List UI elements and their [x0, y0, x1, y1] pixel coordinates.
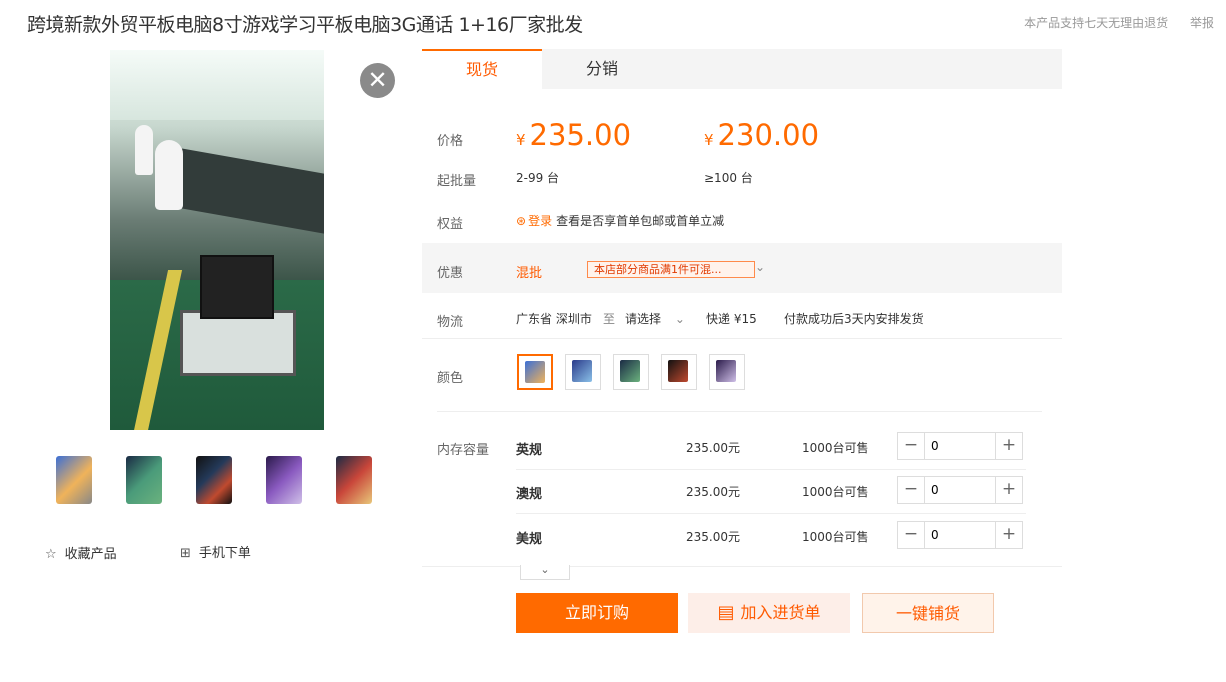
favorite-label: 收藏产品 — [64, 547, 117, 562]
sku-stock: 1000台可售 — [802, 530, 869, 544]
currency-symbol: ¥ — [516, 131, 526, 149]
memory-label: 内存容量 — [437, 443, 490, 458]
star-icon: ☆ — [45, 547, 57, 562]
sku-name: 美规 — [516, 532, 543, 547]
color-swatch-5[interactable] — [709, 354, 745, 390]
top-links: 本产品支持七天无理由退货 举报 — [1006, 14, 1214, 31]
promo-label: 优惠 — [437, 266, 464, 281]
quantity-stepper: − + — [897, 521, 1023, 549]
color-swatch-3[interactable] — [613, 354, 649, 390]
benefit-info: ⊛ 登录 查看是否享首单包邮或首单立减 — [516, 212, 724, 229]
price-value: 235.00 — [529, 118, 632, 152]
destination-select-label: 请选择 — [625, 312, 662, 326]
video-scene-bench — [170, 146, 324, 234]
price-tier-1: ¥235.00 — [516, 118, 631, 152]
login-link[interactable]: 登录 — [528, 214, 552, 228]
color-label: 颜色 — [437, 371, 464, 386]
delivery-time: 付款成功后3天内安排发货 — [784, 312, 924, 326]
sku-price: 235.00元 — [686, 441, 740, 455]
qr-code-icon: ⊞ — [180, 546, 191, 561]
quantity-input[interactable] — [929, 435, 993, 457]
sku-price: 235.00元 — [686, 530, 740, 544]
sku-price: 235.00元 — [686, 485, 740, 499]
thumbnail-1[interactable] — [52, 454, 96, 506]
report-link[interactable]: 举报 — [1190, 16, 1214, 30]
thumbnail-2[interactable] — [122, 454, 166, 506]
currency-symbol: ¥ — [704, 131, 714, 149]
quantity-input[interactable] — [929, 479, 993, 501]
product-video[interactable] — [110, 50, 324, 430]
divider — [437, 411, 1042, 412]
sku-name: 英规 — [516, 443, 543, 458]
sku-row-au: 澳规 235.00元 1000台可售 − + — [516, 469, 1026, 514]
color-swatch-4[interactable] — [661, 354, 697, 390]
one-click-distribute-button[interactable]: 一键铺货 — [862, 593, 994, 633]
tab-distribution[interactable]: 分销 — [542, 49, 662, 89]
thumbnail-3[interactable] — [192, 454, 236, 506]
divider — [422, 338, 1062, 339]
thumbnail-strip — [52, 454, 382, 510]
mobile-order-button[interactable]: ⊞ 手机下单 — [180, 542, 251, 561]
video-scene-worker — [135, 125, 153, 175]
video-scene-worker — [155, 140, 183, 210]
moq-label: 起批量 — [437, 174, 477, 189]
divider — [422, 566, 1062, 567]
price-tier-2: ¥230.00 — [704, 118, 819, 152]
destination-select[interactable]: 请选择 ⌄ — [625, 310, 685, 327]
thumbnail-5[interactable] — [332, 454, 376, 506]
sku-row-us: 美规 235.00元 1000台可售 − + — [516, 514, 1026, 558]
video-scene-box — [200, 255, 274, 319]
coupon-icon: ⊛ — [516, 214, 527, 228]
benefit-text: 查看是否享首单包邮或首单立减 — [556, 214, 725, 228]
logistics-label: 物流 — [437, 315, 464, 330]
sku-name: 澳规 — [516, 487, 543, 502]
color-swatch-2[interactable] — [565, 354, 601, 390]
quantity-input[interactable] — [929, 524, 993, 546]
promo-tag[interactable]: 本店部分商品满1件可混... — [587, 261, 755, 278]
color-swatch-1[interactable] — [517, 354, 553, 390]
price-value: 230.00 — [717, 118, 820, 152]
mobile-order-label: 手机下单 — [198, 546, 251, 561]
sku-stock: 1000台可售 — [802, 485, 869, 499]
chevron-down-icon[interactable]: ⌄ — [755, 260, 765, 274]
chevron-down-icon: ⌄ — [674, 312, 685, 326]
video-scene-ceiling — [110, 50, 324, 120]
ship-from: 广东省 深圳市 — [516, 312, 592, 326]
quantity-stepper: − + — [897, 476, 1023, 504]
expand-skus-button[interactable]: ⌄ — [520, 564, 570, 580]
favorite-button[interactable]: ☆ 收藏产品 — [45, 543, 117, 562]
promo-type: 混批 — [516, 266, 543, 281]
increment-button[interactable]: + — [995, 522, 1022, 548]
buy-now-button[interactable]: 立即订购 — [516, 593, 678, 633]
decrement-button[interactable]: − — [898, 433, 925, 459]
clipboard-icon: ▤ — [717, 602, 735, 623]
product-title: 跨境新款外贸平板电脑8寸游戏学习平板电脑3G通话 1+16厂家批发 — [27, 14, 583, 36]
benefit-label: 权益 — [437, 217, 464, 232]
video-scene-table — [180, 310, 296, 376]
express-fee: 快递 ¥15 — [706, 312, 757, 326]
return-policy-link[interactable]: 本产品支持七天无理由退货 — [1024, 16, 1168, 30]
tab-spot-goods[interactable]: 现货 — [422, 49, 542, 89]
close-video-button[interactable]: ✕ — [360, 63, 395, 98]
sku-row-uk: 英规 235.00元 1000台可售 − + — [516, 425, 1026, 470]
decrement-button[interactable]: − — [898, 522, 925, 548]
add-to-cart-button[interactable]: ▤ 加入进货单 — [688, 593, 850, 633]
sku-stock: 1000台可售 — [802, 441, 869, 455]
decrement-button[interactable]: − — [898, 477, 925, 503]
increment-button[interactable]: + — [995, 433, 1022, 459]
ship-to-word: 至 — [603, 312, 616, 326]
purchase-tabs: 现货 分销 — [422, 49, 1062, 89]
price-label: 价格 — [437, 134, 464, 149]
moq-range-1: 2-99 台 — [516, 171, 560, 185]
increment-button[interactable]: + — [995, 477, 1022, 503]
thumbnail-4[interactable] — [262, 454, 306, 506]
add-to-cart-label: 加入进货单 — [740, 603, 821, 622]
moq-range-2: ≥100 台 — [704, 171, 753, 185]
quantity-stepper: − + — [897, 432, 1023, 460]
